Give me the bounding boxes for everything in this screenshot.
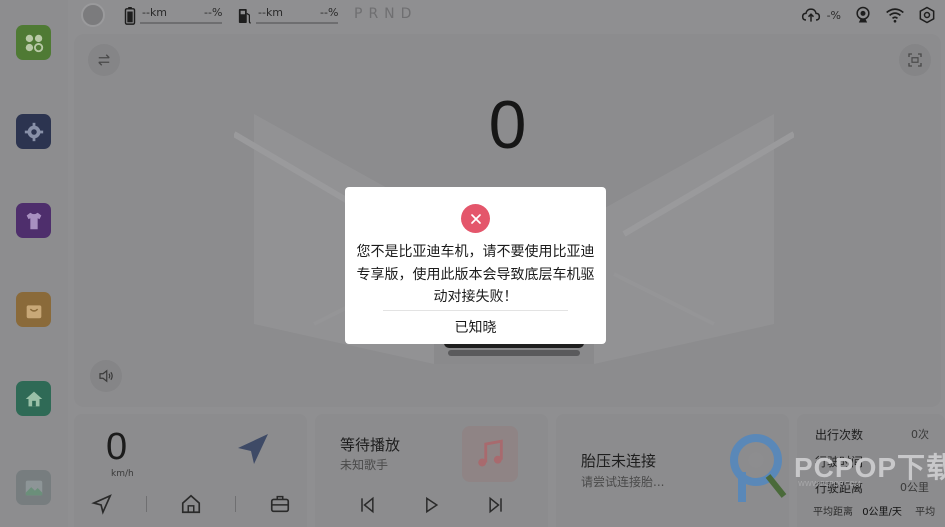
warning-dialog: 您不是比亚迪车机，请不要使用比亚迪专享版，使用此版本会导致底层车机驱动对接失败！… xyxy=(345,187,606,344)
home-nav-icon[interactable] xyxy=(180,493,202,515)
fuel-range: --km xyxy=(258,6,284,19)
image-icon xyxy=(25,480,42,495)
music-artist: 未知歌手 xyxy=(340,458,389,472)
wifi-icon xyxy=(886,8,904,23)
cloud-percent: -% xyxy=(826,8,841,22)
watermark-logo-icon xyxy=(730,434,787,502)
music-title: 等待播放 xyxy=(340,436,401,454)
music-controls xyxy=(315,488,548,522)
divider xyxy=(234,496,236,512)
divider xyxy=(145,496,147,512)
apps-button[interactable] xyxy=(16,25,51,60)
theme-button[interactable] xyxy=(16,203,51,238)
nav-speed-unit: km/h xyxy=(111,469,134,479)
briefcase-icon[interactable] xyxy=(269,493,291,515)
shopping-bag-icon xyxy=(26,304,41,318)
nav-shortcuts xyxy=(74,486,307,522)
close-x-icon xyxy=(470,213,481,224)
battery-icon xyxy=(124,7,136,25)
battery-bar xyxy=(140,22,222,24)
status-icons: -% xyxy=(801,5,937,25)
next-track-icon[interactable] xyxy=(486,495,506,515)
cloud-sync-icon xyxy=(801,8,820,22)
swap-view-button[interactable] xyxy=(88,44,120,76)
app-rail xyxy=(0,0,68,527)
swap-arrows-icon xyxy=(98,54,110,66)
speed-readout: 0 xyxy=(488,87,527,163)
shirt-icon xyxy=(26,212,41,229)
previous-track-icon[interactable] xyxy=(357,495,377,515)
battery-percent: --% xyxy=(204,6,223,19)
dialog-message: 您不是比亚迪车机，请不要使用比亚迪专享版，使用此版本会导致底层车机驱动对接失败！ xyxy=(356,244,595,305)
avatar[interactable] xyxy=(81,3,105,27)
nav-speed: 0 xyxy=(106,426,128,468)
locate-icon[interactable] xyxy=(90,493,113,515)
stats-footer-value: 0公里/天 xyxy=(862,507,902,518)
fuel-percent: --% xyxy=(320,6,339,19)
tire-status-title: 胎压未连接 xyxy=(581,452,657,470)
error-icon xyxy=(461,204,490,233)
volume-button[interactable] xyxy=(90,360,122,392)
acknowledge-button[interactable]: 已知晓 xyxy=(345,315,606,339)
battery-range: --km xyxy=(142,6,168,19)
scan-frame-icon xyxy=(908,53,922,67)
camera-icon xyxy=(856,6,870,23)
watermark: PCPOP下载 WWW.PCPOP.COM xyxy=(728,432,945,504)
settings-button[interactable] xyxy=(16,114,51,149)
fuel-pump-icon xyxy=(238,9,251,24)
gear-icon xyxy=(24,122,43,141)
stats-footer-label: 平均距离 xyxy=(813,507,853,518)
fullscreen-button[interactable] xyxy=(899,44,931,76)
store-button[interactable] xyxy=(16,292,51,327)
watermark-subtext: WWW.PCPOP.COM xyxy=(798,480,861,488)
apps-icon xyxy=(25,34,43,52)
battery-status: --km --% xyxy=(122,6,232,26)
home-button[interactable] xyxy=(16,381,51,416)
stats-footer: 平均距离 0公里/天 平均 xyxy=(813,503,935,518)
fuel-bar xyxy=(256,22,338,24)
gear-indicator: PRND xyxy=(354,6,418,22)
music-note-icon xyxy=(478,439,503,467)
navigation-arrow-icon xyxy=(238,434,268,464)
dialog-divider xyxy=(383,310,568,311)
speaker-icon xyxy=(99,369,113,383)
navigation-card[interactable]: 0 km/h xyxy=(74,414,307,527)
gallery-button[interactable] xyxy=(16,470,51,505)
settings-hex-icon[interactable] xyxy=(917,5,937,25)
fuel-status: --km --% xyxy=(238,6,348,26)
stats-footer-extra: 平均 xyxy=(915,507,936,518)
home-icon xyxy=(25,391,42,406)
tire-status-subtitle: 请尝试连接胎... xyxy=(581,475,665,489)
album-art xyxy=(462,426,518,482)
status-bar: --km --% --km --% PRND -% xyxy=(68,0,945,32)
music-card[interactable]: 等待播放 未知歌手 xyxy=(315,414,548,527)
play-icon[interactable] xyxy=(421,495,441,515)
